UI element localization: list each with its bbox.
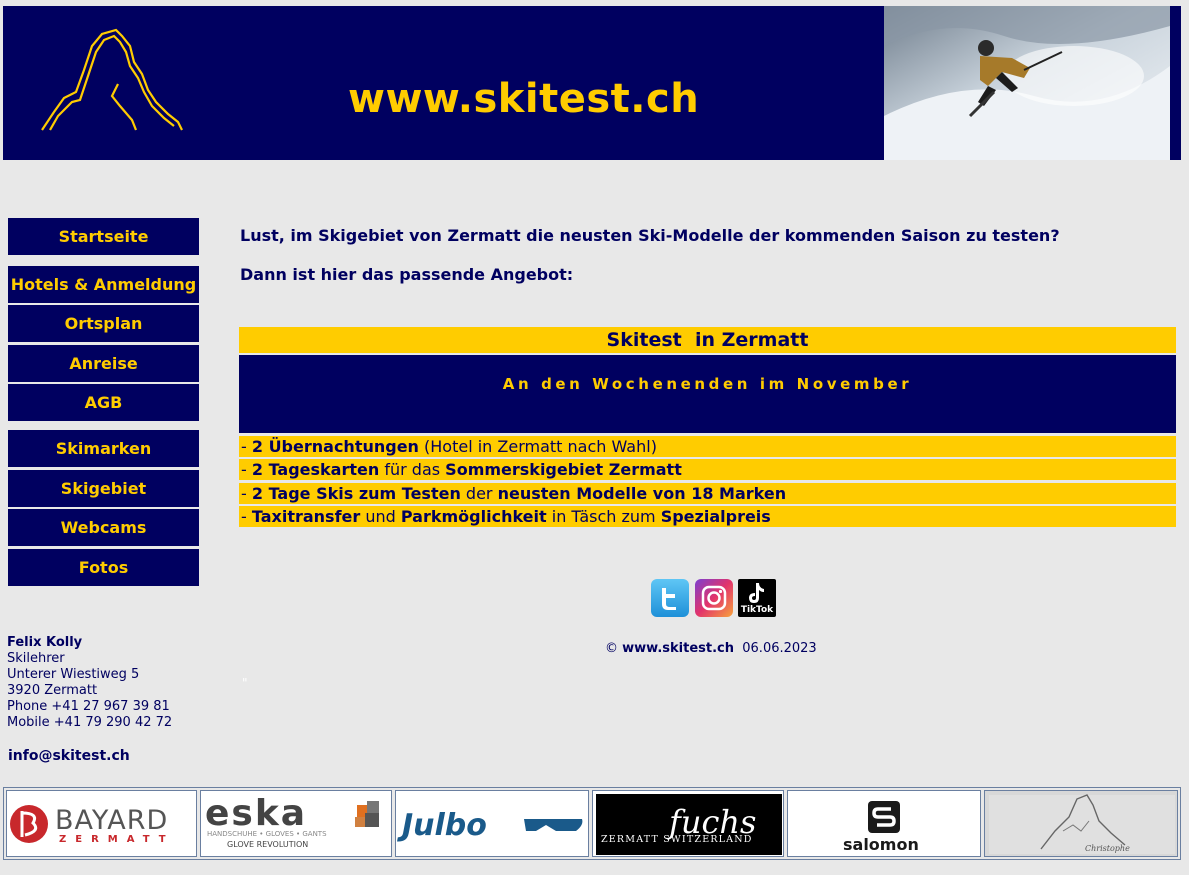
email-link[interactable]: info@skitest.ch	[8, 748, 130, 764]
offer-subtitle-bar: An den Wochenenden im November	[239, 355, 1176, 433]
feature-text: -	[241, 437, 252, 456]
feature-row: - 2 Tage Skis zum Testen der neusten Mod…	[239, 483, 1176, 504]
intro-offer: Dann ist hier das passende Angebot:	[240, 265, 574, 284]
nav-label: Ortsplan	[64, 314, 143, 333]
copyright-site: www.skitest.ch	[622, 641, 734, 656]
feature-text: für das	[379, 460, 446, 479]
nav-label: Skimarken	[55, 439, 152, 458]
instagram-icon[interactable]	[695, 579, 733, 617]
nav-label: Hotels & Anmeldung	[10, 275, 197, 294]
contact-phone: Phone +41 27 967 39 81	[7, 699, 170, 714]
sponsor-eska[interactable]: eska HANDSCHUHE • GLOVES • GANTS GLOVE R…	[200, 790, 392, 857]
sponsor-salomon-name: salomon	[843, 835, 919, 854]
tiktok-label: TikTok	[740, 605, 774, 615]
feature-highlight: Taxitransfer	[251, 507, 361, 526]
copyright-symbol: ©	[605, 641, 618, 656]
sponsor-bayard[interactable]: BAYARD ZERMATT	[6, 790, 197, 857]
header-edge	[1170, 6, 1181, 160]
nav-label: Anreise	[69, 354, 138, 373]
feature-row: - 2 Übernachtungen (Hotel in Zermatt nac…	[239, 436, 1176, 457]
sponsor-bayard-name: BAYARD	[55, 805, 168, 836]
intro-question: Lust, im Skigebiet von Zermatt die neust…	[240, 226, 1060, 245]
offer-title-text: Skitest in Zermatt	[606, 329, 809, 351]
nav-label: AGB	[84, 393, 123, 412]
feature-text: in Täsch zum	[546, 507, 661, 526]
sponsor-christophe-name: Christophe	[1085, 844, 1130, 853]
contact-street: Unterer Wiestiweg 5	[7, 667, 140, 682]
feature-row: - 2 Tageskarten für das Sommerskigebiet …	[239, 459, 1176, 480]
sponsor-salomon[interactable]: salomon	[787, 790, 981, 857]
feature-highlight: neusten Modelle von 18 Marken	[497, 484, 787, 503]
nav-hotels-anmeldung[interactable]: Hotels & Anmeldung	[8, 266, 199, 303]
skier-photo	[884, 6, 1170, 160]
feature-row: - Taxitransfer und Parkmöglichkeit in Tä…	[239, 506, 1176, 527]
contact-name: Felix Kolly	[7, 635, 83, 650]
nav-startseite[interactable]: Startseite	[8, 218, 199, 255]
twitter-icon[interactable]	[651, 579, 689, 617]
tiktok-icon[interactable]: TikTok	[738, 579, 776, 617]
feature-highlight: Spezialpreis	[660, 507, 771, 526]
nav-agb[interactable]: AGB	[8, 384, 199, 421]
nav-skimarken[interactable]: Skimarken	[8, 430, 199, 467]
nav-fotos[interactable]: Fotos	[8, 549, 199, 586]
nav-label: Fotos	[78, 558, 129, 577]
feature-text: -	[241, 507, 252, 526]
feature-text: (Hotel in Zermatt nach Wahl)	[418, 437, 657, 456]
sponsor-eska-tag: GLOVE REVOLUTION	[227, 840, 308, 849]
sponsor-julbo[interactable]: Julbo	[395, 790, 589, 857]
feature-text: -	[241, 460, 252, 479]
feature-highlight: 2 Übernachtungen	[251, 437, 419, 456]
nav-label: Startseite	[58, 227, 149, 246]
nav-skigebiet[interactable]: Skigebiet	[8, 470, 199, 507]
sponsor-fuchs-sub: ZERMATT SWITZERLAND	[601, 834, 753, 845]
sponsor-julbo-name: Julbo	[397, 808, 487, 843]
sponsor-fuchs[interactable]: fuchs ZERMATT SWITZERLAND	[592, 790, 784, 857]
feature-highlight: 2 Tage Skis zum Testen	[251, 484, 461, 503]
feature-highlight: Parkmöglichkeit	[400, 507, 547, 526]
nav-anreise[interactable]: Anreise	[8, 345, 199, 382]
matterhorn-logo[interactable]	[36, 28, 186, 134]
sponsor-eska-sub: HANDSCHUHE • GLOVES • GANTS	[207, 830, 327, 838]
feature-text: und	[360, 507, 401, 526]
copyright: © www.skitest.ch 06.06.2023	[605, 641, 817, 656]
sponsor-eska-name: eska	[205, 793, 307, 834]
nav-webcams[interactable]: Webcams	[8, 509, 199, 546]
sponsor-christophe[interactable]: Christophe	[984, 790, 1178, 857]
nav-ortsplan[interactable]: Ortsplan	[8, 305, 199, 342]
contact-block: Felix Kolly Skilehrer Unterer Wiestiweg …	[7, 635, 172, 731]
sponsor-bayard-sub: ZERMATT	[59, 834, 175, 845]
feature-text: -	[241, 484, 252, 503]
stray-mark: "	[242, 676, 248, 690]
nav-label: Webcams	[60, 518, 147, 537]
offer-title: Skitest in Zermatt	[239, 327, 1176, 353]
feature-highlight: Sommerskigebiet Zermatt	[445, 460, 682, 479]
contact-role: Skilehrer	[7, 651, 65, 666]
offer-subtitle: An den Wochenenden im November	[502, 375, 913, 393]
contact-city: 3920 Zermatt	[7, 683, 98, 698]
copyright-date: 06.06.2023	[742, 641, 817, 656]
feature-highlight: 2 Tageskarten	[251, 460, 380, 479]
contact-mobile: Mobile +41 79 290 42 72	[7, 715, 173, 730]
site-title: www.skitest.ch	[348, 76, 700, 122]
nav-label: Skigebiet	[60, 479, 147, 498]
feature-text: der	[460, 484, 498, 503]
